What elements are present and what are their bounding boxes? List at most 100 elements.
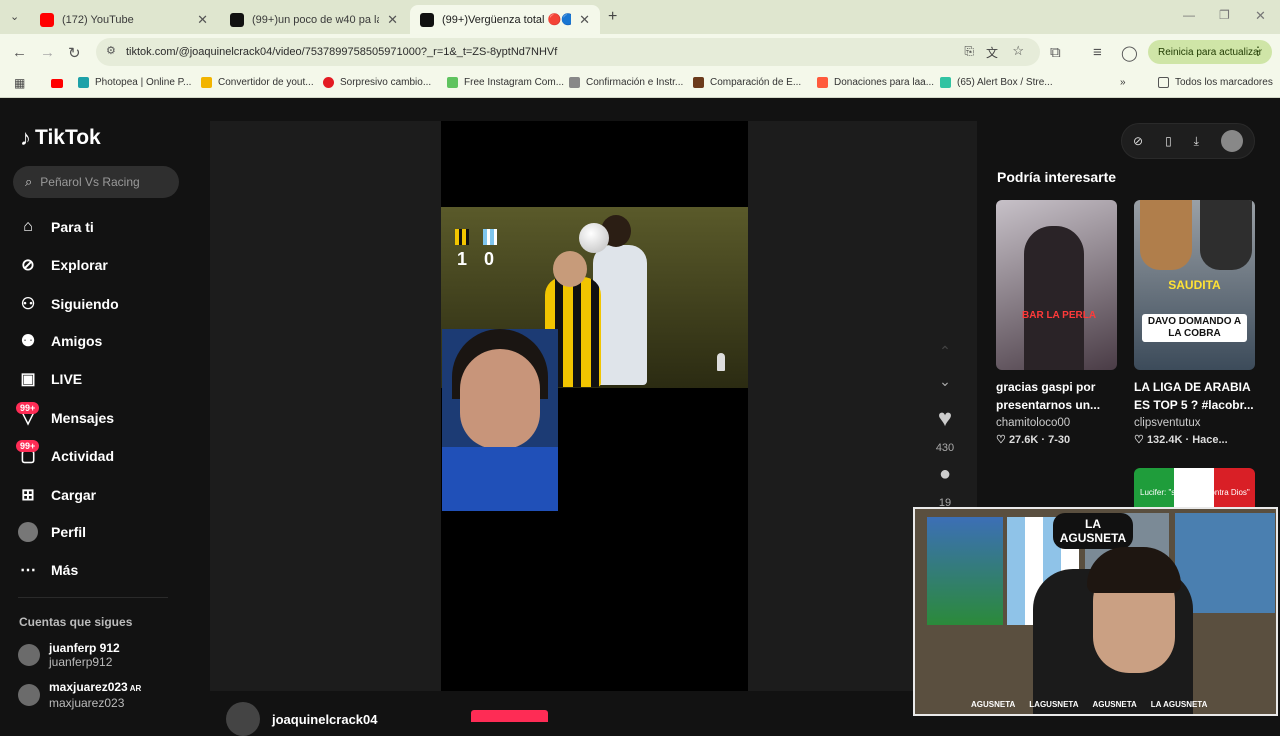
home-icon: ⌂: [23, 218, 33, 235]
sidebar-item-explorar[interactable]: ⊘ Explorar: [18, 253, 108, 277]
bookmarks-bar: ▦ Photopea | Online P... Convertidor de …: [0, 70, 1280, 98]
player-head: [553, 251, 587, 287]
search-input[interactable]: ⌕ Peñarol Vs Racing: [13, 166, 179, 198]
extensions-icon[interactable]: ⧉: [1050, 44, 1061, 61]
tab-search-icon[interactable]: ⌄: [10, 10, 19, 23]
tab-title: (99+)un poco de w40 pa la silla: [252, 13, 379, 26]
country-tag: AR: [129, 684, 142, 693]
translate-icon[interactable]: 文: [986, 44, 998, 61]
browser-tab-strip: ⌄ (172) YouTube ✕ (99+)un poco de w40 pa…: [0, 0, 1280, 34]
reload-icon[interactable]: ↻: [68, 44, 81, 62]
friends-icon: ⚉: [20, 333, 36, 350]
video-caption: gracias gaspi por presentarnos un...: [996, 380, 1101, 412]
account-icon[interactable]: ◯: [1121, 44, 1138, 62]
tab-title: (99+)Vergüenza total 🔴🔵: [442, 14, 572, 26]
thumbnail-overlay-text: SAUDITA: [1168, 278, 1221, 292]
sidebar-item-mas[interactable]: ⋯ Más: [18, 558, 78, 582]
libertadores-trophy-icon: [717, 353, 725, 371]
explore-icon[interactable]: ⊘: [1133, 134, 1143, 148]
person-figure: [1024, 226, 1084, 370]
recommended-video[interactable]: BAR LA PERLA gracias gaspi por presentar…: [996, 200, 1117, 446]
search-icon: ⌕: [25, 174, 33, 189]
sidebar-item-perfil[interactable]: Perfil: [18, 520, 86, 544]
folder-icon: [1158, 77, 1169, 88]
home-score: 1: [457, 249, 468, 269]
account-handle: juanferp912: [49, 655, 113, 669]
bookmark-photopea[interactable]: Photopea | Online P...: [78, 77, 191, 88]
scroll-up-icon[interactable]: ⌃: [930, 343, 960, 360]
comment-icon[interactable]: ●: [930, 463, 960, 486]
menu-dots-icon[interactable]: ⋮: [1252, 44, 1264, 58]
media-icon[interactable]: ≡: [1093, 44, 1102, 61]
account-name: maxjuarez023: [49, 680, 128, 694]
tab-tiktok-1[interactable]: (99+)un poco de w40 pa la silla ✕: [220, 5, 408, 34]
tiktok-logo[interactable]: ♪ TikTok: [20, 125, 101, 151]
recommended-video[interactable]: SAUDITA DAVO DOMANDO A LA COBRA LA LIGA …: [1134, 200, 1255, 446]
url-field[interactable]: ⚙ tiktok.com/@joaquinelcrack04/video/753…: [96, 38, 1040, 66]
sidebar-item-para-ti[interactable]: ⌂ Para ti: [18, 215, 94, 239]
racing-crest-icon: [483, 229, 497, 245]
racing-player: [593, 245, 647, 385]
follow-button[interactable]: [471, 710, 548, 722]
minimize-icon[interactable]: —: [1183, 8, 1195, 22]
download-icon[interactable]: ⤓: [1194, 134, 1199, 149]
back-icon[interactable]: ←: [12, 44, 27, 61]
heart-icon: ♡: [996, 434, 1006, 446]
video-author-bar[interactable]: joaquinelcrack04: [226, 702, 378, 736]
close-icon[interactable]: ✕: [387, 12, 398, 28]
sidebar-item-amigos[interactable]: ⚉ Amigos: [18, 329, 103, 353]
tab-tiktok-active[interactable]: (99+)Vergüenza total 🔴🔵 ✕: [410, 5, 600, 34]
video-thumbnail: SAUDITA DAVO DOMANDO A LA COBRA: [1134, 200, 1255, 370]
site-info-icon[interactable]: ⚙: [106, 44, 116, 57]
more-bookmarks-icon[interactable]: »: [1120, 77, 1126, 88]
overlay-logo: LA AGUSNETA: [1053, 513, 1133, 549]
live-icon: ▣: [20, 371, 36, 388]
sidebar-item-live[interactable]: ▣ LIVE: [18, 367, 82, 391]
tab-youtube[interactable]: (172) YouTube ✕: [30, 5, 218, 34]
tiktok-note-icon: ♪: [20, 125, 31, 150]
sidebar-item-siguiendo[interactable]: ⚇ Siguiendo: [18, 292, 119, 316]
sidebar-item-cargar[interactable]: ⊞ Cargar: [18, 483, 96, 507]
forward-icon[interactable]: →: [40, 44, 55, 61]
bookmark-convertidor[interactable]: Convertidor de yout...: [201, 77, 314, 88]
install-icon[interactable]: ⎘: [964, 44, 974, 59]
video-thumbnail: BAR LA PERLA: [996, 200, 1117, 370]
x-handle: LAGUSNETA: [1029, 699, 1079, 709]
user-avatar[interactable]: [1220, 130, 1243, 152]
new-tab-icon[interactable]: +: [608, 8, 617, 26]
relaunch-button[interactable]: Reinicia para actualizar ⋮: [1148, 40, 1272, 64]
close-window-icon[interactable]: ✕: [1255, 8, 1266, 24]
sidebar-item-mensajes[interactable]: ▽ 99+ Mensajes: [16, 402, 114, 430]
following-account[interactable]: juanferp 912 juanferp912: [18, 641, 120, 669]
bookmark-sorpresivo[interactable]: Sorpresivo cambio...: [323, 77, 431, 88]
person-figure: [1140, 200, 1192, 270]
like-icon[interactable]: ♥: [930, 405, 960, 433]
bookmark-comparacion[interactable]: Comparación de E...: [693, 77, 801, 88]
device-icon[interactable]: ▯: [1165, 134, 1172, 148]
thumbnail-overlay-text: DAVO DOMANDO A LA COBRA: [1142, 314, 1247, 342]
close-icon[interactable]: ✕: [197, 12, 208, 28]
bookmark-alertbox[interactable]: (65) Alert Box / Stre...: [940, 77, 1053, 88]
following-account[interactable]: maxjuarez023 AR maxjuarez023: [18, 680, 141, 710]
close-icon[interactable]: ✕: [579, 12, 590, 28]
donation-icon: [817, 77, 828, 88]
apps-grid-icon[interactable]: ▦: [14, 76, 25, 90]
bookmark-confirmacion[interactable]: Confirmación e Instr...: [569, 77, 683, 88]
video-meta: ♡ 27.6K · 7-30: [996, 434, 1071, 446]
all-bookmarks[interactable]: Todos los marcadores: [1158, 77, 1273, 88]
recommended-video-peek[interactable]: Lucifer: "se rebela contra Dios": [1134, 468, 1255, 508]
tiktok-icon: [230, 12, 244, 27]
scroll-down-icon[interactable]: ⌄: [930, 373, 960, 390]
instagram-handle: AGUSNETA: [971, 699, 1016, 709]
youtube-bookmark-icon[interactable]: [51, 79, 63, 88]
bookmark-instagram[interactable]: Free Instagram Com...: [447, 77, 564, 88]
youtube-handle: LA AGUSNETA: [1150, 699, 1208, 709]
restore-icon[interactable]: ❐: [1219, 8, 1230, 22]
bookmark-star-icon[interactable]: ☆: [1012, 43, 1024, 59]
sidebar-item-actividad[interactable]: ▢ 99+ Actividad: [16, 440, 114, 468]
away-score: 0: [484, 249, 495, 269]
sidebar-divider: [18, 597, 168, 598]
instagram-icon: [447, 77, 458, 88]
bookmark-donaciones[interactable]: Donaciones para laa...: [817, 77, 934, 88]
following-heading: Cuentas que sigues: [19, 615, 133, 629]
